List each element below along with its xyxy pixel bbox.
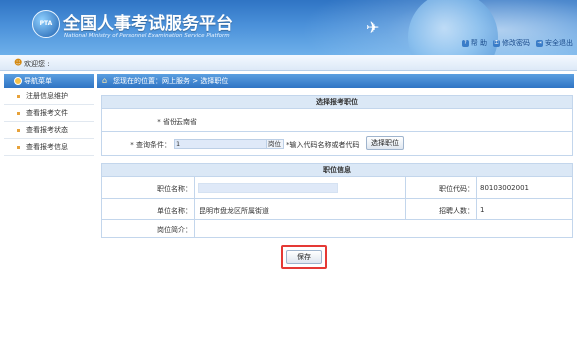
- intro-label: 岗位简介：: [157, 226, 192, 234]
- divider: [194, 177, 195, 198]
- save-highlight: 保存: [281, 245, 327, 269]
- user-icon: ☻: [14, 58, 23, 67]
- intro-row: 岗位简介：: [101, 220, 573, 238]
- position-code-label: 职位代码：: [439, 185, 474, 193]
- welcome-text: 欢迎您 :: [24, 60, 50, 68]
- sidebar-header-label: 导航菜单: [24, 77, 52, 85]
- sidebar-item-exam-status[interactable]: 查看报考状态: [4, 122, 94, 139]
- welcome-bar: ☻ 欢迎您 :: [0, 55, 577, 71]
- select-position-button[interactable]: 选择职位: [366, 136, 404, 150]
- change-password-link[interactable]: ⚿ 修改密码: [493, 38, 530, 48]
- position-section-title: 职位信息: [101, 163, 573, 177]
- sidebar-item-label: 查看报考信息: [26, 143, 68, 151]
- divider: [405, 199, 406, 219]
- divider: [476, 177, 477, 198]
- sidebar-item-label: 查看报考状态: [26, 126, 68, 134]
- top-links: ? 帮 助 ⚿ 修改密码 ⇥ 安全退出: [461, 38, 573, 48]
- site-title: 全国人事考试服务平台: [63, 14, 233, 34]
- bullet-icon: [17, 95, 20, 98]
- site-subtitle: National Ministry of Personnel Examinati…: [64, 33, 230, 39]
- breadcrumb: ⌂ 您现在的位置：网上服务 > 选择职位: [97, 74, 574, 88]
- select-section-title: 选择报考职位: [101, 95, 573, 109]
- province-row: * 省份： 云南省: [101, 109, 573, 132]
- bullet-icon: [17, 112, 20, 115]
- change-password-label: 修改密码: [502, 39, 530, 47]
- sidebar-item-registration[interactable]: 注册信息维护: [4, 88, 94, 105]
- pta-logo: PTA: [32, 10, 60, 38]
- query-hint: *输入代码名称或者代码: [286, 141, 360, 149]
- position-code-value: 80103002001: [480, 184, 529, 192]
- airplane-icon: ✈: [366, 18, 380, 37]
- province-label: * 省份：: [157, 118, 184, 126]
- unit-value: 昆明市盘龙区所属街道: [199, 207, 269, 215]
- query-type-field[interactable]: 岗位: [266, 139, 284, 149]
- province-value: 云南省: [176, 118, 197, 126]
- query-row: * 查询条件： 1 岗位 *输入代码名称或者代码 选择职位: [101, 132, 573, 156]
- unit-label: 单位名称：: [157, 207, 192, 215]
- sidebar-header: 导航菜单: [4, 74, 94, 88]
- key-icon: ⚿: [493, 39, 500, 47]
- sidebar-item-exam-info[interactable]: 查看报考信息: [4, 139, 94, 156]
- recruit-value: 1: [480, 206, 485, 214]
- sidebar-item-label: 注册信息维护: [26, 92, 68, 100]
- logo-text: PTA: [39, 20, 53, 27]
- position-name-field: [198, 183, 338, 193]
- sidebar-item-label: 查看报考文件: [26, 109, 68, 117]
- query-input-value: 1: [176, 140, 181, 148]
- help-link[interactable]: ? 帮 助: [461, 38, 487, 48]
- position-name-row: 职位名称： 职位代码： 80103002001: [101, 177, 573, 199]
- bullet-icon: [17, 129, 20, 132]
- divider: [194, 199, 195, 219]
- divider: [194, 220, 195, 237]
- query-label: * 查询条件：: [130, 141, 171, 149]
- position-name-label: 职位名称：: [157, 185, 192, 193]
- query-suffix: 岗位: [268, 140, 281, 148]
- help-icon: ?: [461, 39, 469, 47]
- sidebar: 导航菜单 注册信息维护 查看报考文件 查看报考状态 查看报考信息: [4, 74, 94, 354]
- sidebar-item-exam-files[interactable]: 查看报考文件: [4, 105, 94, 122]
- divider: [405, 177, 406, 198]
- recruit-label: 招聘人数：: [439, 207, 474, 215]
- bullet-icon: [17, 146, 20, 149]
- help-label: 帮 助: [470, 39, 487, 47]
- logout-icon: ⇥: [536, 39, 543, 47]
- breadcrumb-text: 您现在的位置：网上服务 > 选择职位: [113, 77, 229, 85]
- divider: [476, 199, 477, 219]
- logout-link[interactable]: ⇥ 安全退出: [536, 38, 573, 48]
- logout-label: 安全退出: [545, 39, 573, 47]
- menu-icon: [14, 77, 22, 85]
- unit-row: 单位名称： 昆明市盘龙区所属街道 招聘人数： 1: [101, 199, 573, 220]
- site-header: PTA 全国人事考试服务平台 National Ministry of Pers…: [0, 0, 577, 55]
- save-button[interactable]: 保存: [286, 250, 322, 264]
- home-icon: ⌂: [102, 76, 108, 85]
